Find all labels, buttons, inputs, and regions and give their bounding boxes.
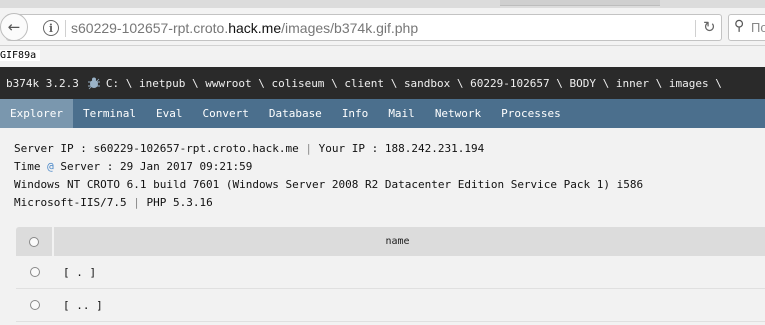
search-input[interactable]: ⚲ По xyxy=(728,14,765,41)
path-separator: \ xyxy=(715,76,722,90)
breadcrumb: C: \ inetpub \ wwwroot \ coliseum \ clie… xyxy=(106,77,722,90)
url-host-prefix: s60229-102657-rpt.croto. xyxy=(71,20,229,36)
shell-header-bar: b374k 3.2.3 C: \ inetpub \ wwwroot \ col… xyxy=(0,67,765,99)
row-checkbox[interactable] xyxy=(30,267,40,277)
path-separator: \ xyxy=(125,76,133,90)
reload-icon[interactable]: ↻ xyxy=(703,18,716,36)
back-arrow-icon: ← xyxy=(7,18,21,36)
menu-item-explorer[interactable]: Explorer xyxy=(0,99,73,128)
path-separator: \ xyxy=(390,76,398,90)
row-checkbox[interactable] xyxy=(30,300,40,310)
url-divider xyxy=(65,20,66,37)
address-bar[interactable]: i s60229-102657-rpt.croto.hack.me/images… xyxy=(6,14,722,41)
main-menu: Explorer Terminal Eval Convert Database Info M… xyxy=(0,99,765,128)
os-line: Windows NT CROTO 6.1 build 7601 (Windows… xyxy=(14,178,644,191)
separator: | xyxy=(305,142,313,155)
table-row[interactable]: [ .. ] xyxy=(16,289,765,322)
path-separator: \ xyxy=(258,76,265,90)
table-body: [ . ] [ .. ] xyxy=(16,256,765,322)
url-text[interactable]: s60229-102657-rpt.croto.hack.me/images/b… xyxy=(71,20,418,36)
search-icon: ⚲ xyxy=(734,18,745,34)
menu-item-network[interactable]: Network xyxy=(425,99,491,128)
path-segment[interactable]: sandbox xyxy=(404,77,450,90)
menu-item-eval[interactable]: Eval xyxy=(146,99,193,128)
bug-icon xyxy=(87,77,100,90)
gif-header-text: GIF89a xyxy=(0,50,41,61)
server-time: Server : 29 Jan 2017 09:21:59 xyxy=(60,160,253,173)
php-version: PHP 5.3.16 xyxy=(146,196,213,209)
menu-item-terminal[interactable]: Terminal xyxy=(73,99,146,128)
browser-navbar: i s60229-102657-rpt.croto.hack.me/images… xyxy=(0,8,765,46)
web-server: Microsoft-IIS/7.5 xyxy=(14,196,127,209)
path-separator: \ xyxy=(556,76,563,90)
path-separator: \ xyxy=(191,76,199,90)
path-segment[interactable]: C: xyxy=(106,77,119,90)
page-content: GIF89a b374k 3.2.3 C: \ inetpub \ wwwroo… xyxy=(0,47,765,325)
url-domain: hack.me xyxy=(228,20,282,36)
search-placeholder: По xyxy=(751,20,765,35)
row-select-cell xyxy=(16,258,54,287)
row-name[interactable]: [ . ] xyxy=(63,266,96,279)
path-segment[interactable]: images xyxy=(669,77,709,90)
path-separator: \ xyxy=(602,76,610,90)
table-row[interactable]: [ . ] xyxy=(16,256,765,289)
path-separator: \ xyxy=(655,76,663,90)
shell-name[interactable]: b374k 3.2.3 xyxy=(6,77,79,90)
menu-item-mail[interactable]: Mail xyxy=(378,99,425,128)
path-segment[interactable]: BODY xyxy=(570,77,597,90)
menu-item-info[interactable]: Info xyxy=(332,99,379,128)
reload-divider xyxy=(695,20,696,37)
time-line: Time @ Server : 29 Jan 2017 09:21:59 xyxy=(14,158,643,176)
separator: | xyxy=(133,196,140,209)
server-ip: Server IP : s60229-102657-rpt.croto.hack… xyxy=(14,142,299,155)
server-ip-line: Server IP : s60229-102657-rpt.croto.hack… xyxy=(14,140,643,158)
table-header: name xyxy=(16,227,765,256)
time-label: Time xyxy=(14,160,41,173)
select-all-cell xyxy=(16,227,54,256)
path-separator: \ xyxy=(331,76,338,90)
browser-tab[interactable] xyxy=(500,0,660,6)
tab-strip xyxy=(0,0,765,8)
menu-item-database[interactable]: Database xyxy=(259,99,332,128)
path-segment[interactable]: inner xyxy=(616,77,649,90)
path-segment[interactable]: coliseum xyxy=(271,77,324,90)
back-button[interactable]: ← xyxy=(0,13,28,41)
software-line: Microsoft-IIS/7.5 | PHP 5.3.16 xyxy=(14,194,643,212)
at-sign: @ xyxy=(47,160,54,173)
file-table: name [ . ] [ .. ] xyxy=(16,227,765,322)
server-info: Server IP : s60229-102657-rpt.croto.hack… xyxy=(14,140,643,212)
your-ip: Your IP : 188.242.231.194 xyxy=(318,142,485,155)
path-segment[interactable]: wwwroot xyxy=(205,77,251,90)
row-name[interactable]: [ .. ] xyxy=(63,299,103,312)
path-segment[interactable]: inetpub xyxy=(139,77,185,90)
site-info-icon[interactable]: i xyxy=(43,20,59,36)
menu-item-convert[interactable]: Convert xyxy=(192,99,258,128)
menu-item-processes[interactable]: Processes xyxy=(491,99,571,128)
path-segment[interactable]: client xyxy=(344,77,384,90)
select-all-checkbox[interactable] xyxy=(29,236,39,247)
url-path: /images/b374k.gif.php xyxy=(281,20,419,36)
row-select-cell xyxy=(16,291,54,320)
path-separator: \ xyxy=(456,76,464,90)
column-header-name[interactable]: name xyxy=(54,236,765,247)
path-segment[interactable]: 60229-102657 xyxy=(470,77,549,90)
